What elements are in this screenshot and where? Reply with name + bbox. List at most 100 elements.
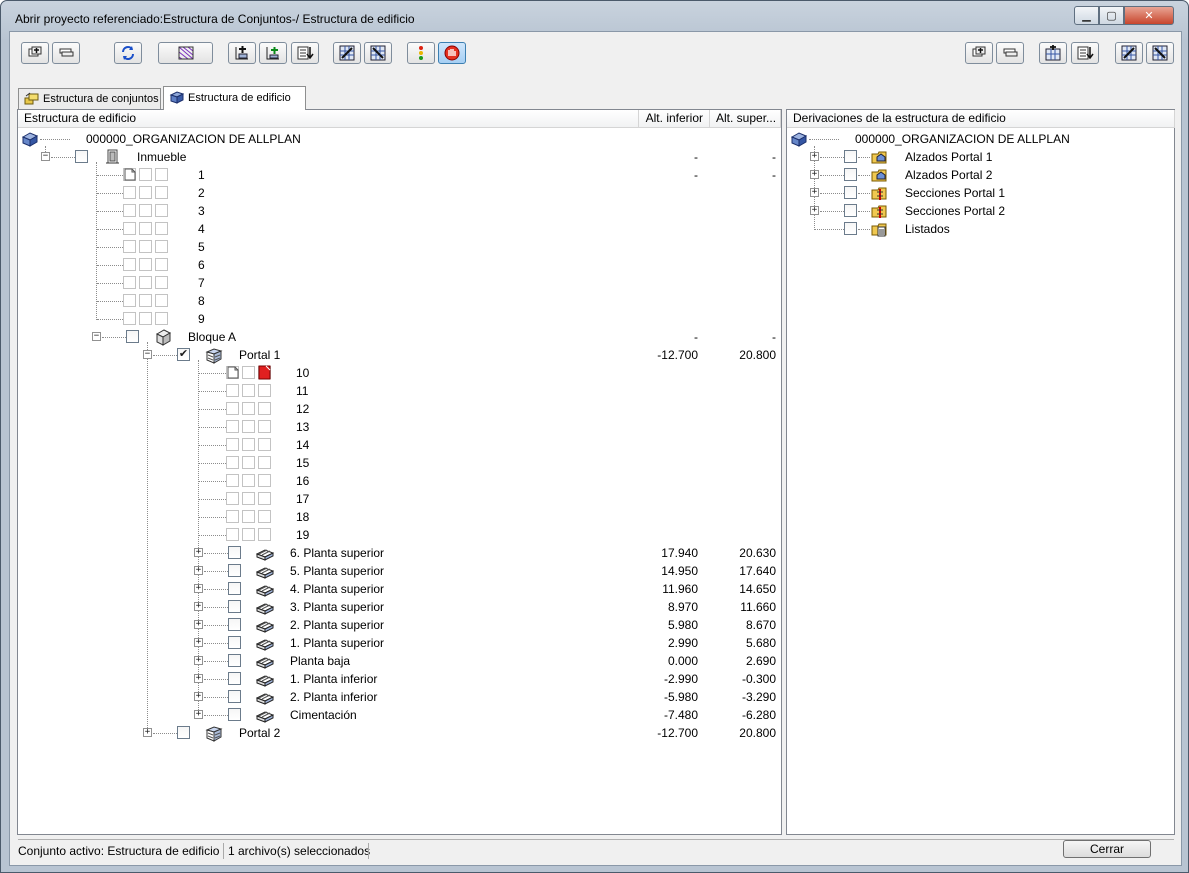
collapse-bloque[interactable]: − [92, 332, 101, 341]
floor-checkbox[interactable] [228, 690, 241, 703]
portal-2-label[interactable]: Portal 2 [239, 724, 280, 742]
file-state-box[interactable] [226, 528, 239, 541]
file-state-box[interactable] [226, 474, 239, 487]
file-state-box[interactable] [258, 456, 271, 469]
floor-label[interactable]: 2. Planta inferior [290, 688, 377, 706]
insert-structure-button[interactable] [228, 42, 256, 64]
derivation-label[interactable]: Secciones Portal 2 [905, 202, 1005, 220]
file-state-box[interactable] [242, 528, 255, 541]
derivation-checkbox[interactable] [844, 150, 857, 163]
file-state-box[interactable] [226, 438, 239, 451]
remove-set-button[interactable] [52, 42, 80, 64]
import-structure-button[interactable] [291, 42, 319, 64]
file-number[interactable]: 11 [296, 382, 308, 400]
file-state-box[interactable] [139, 186, 152, 199]
remove-derivation-button[interactable] [996, 42, 1024, 64]
file-number[interactable]: 12 [296, 400, 309, 418]
expand-floor[interactable]: + [194, 566, 203, 575]
file-state-box[interactable] [123, 294, 136, 307]
inmueble-label[interactable]: Inmueble [137, 148, 186, 166]
floor-checkbox[interactable] [228, 672, 241, 685]
file-row[interactable] [123, 238, 183, 256]
tree-root[interactable]: 000000_ORGANIZACION DE ALLPLAN [855, 130, 1070, 148]
file-state-box[interactable] [155, 294, 168, 307]
expand-derivation[interactable]: + [810, 206, 819, 215]
hide-button[interactable] [438, 42, 466, 64]
portal-1-label[interactable]: Portal 1 [239, 346, 280, 364]
minimize-button[interactable]: ▁ [1074, 6, 1099, 25]
maximize-button[interactable]: ▢ [1099, 6, 1124, 25]
file-state-box[interactable] [139, 294, 152, 307]
file-number[interactable]: 6 [198, 256, 205, 274]
expand-derivation[interactable]: + [810, 188, 819, 197]
floor-checkbox[interactable] [228, 600, 241, 613]
file-state-box[interactable] [139, 204, 152, 217]
floor-checkbox[interactable] [228, 564, 241, 577]
file-state-box[interactable] [258, 384, 271, 397]
file-state-box[interactable] [139, 276, 152, 289]
file-state-box[interactable] [155, 240, 168, 253]
derivation-label[interactable]: Listados [905, 220, 950, 238]
file-number[interactable]: 7 [198, 274, 205, 292]
file-state-box[interactable] [242, 366, 255, 379]
derivation-checkbox[interactable] [844, 168, 857, 181]
file-number[interactable]: 1 [198, 166, 205, 184]
file-state-box[interactable] [242, 438, 255, 451]
floor-checkbox[interactable] [228, 654, 241, 667]
floor-label[interactable]: Cimentación [290, 706, 357, 724]
collapse-portal-1[interactable]: − [143, 350, 152, 359]
expand-derivation[interactable]: + [810, 170, 819, 179]
file-row[interactable] [226, 508, 286, 526]
add-set-button[interactable] [21, 42, 49, 64]
expand-floor[interactable]: + [194, 692, 203, 701]
file-row[interactable] [123, 166, 183, 184]
column-header-derivations[interactable]: Derivaciones de la estructura de edifici… [787, 110, 1175, 128]
assign-structure-button[interactable] [333, 42, 361, 64]
file-state-box[interactable] [242, 420, 255, 433]
derive-view-button[interactable] [1039, 42, 1067, 64]
file-state-box[interactable] [242, 384, 255, 397]
insert-sub-structure-button[interactable] [259, 42, 287, 64]
file-number[interactable]: 18 [296, 508, 309, 526]
import-derivation-button[interactable] [1071, 42, 1099, 64]
file-row[interactable] [123, 292, 183, 310]
file-number[interactable]: 8 [198, 292, 205, 310]
tab-estructura-edificio[interactable]: Estructura de edificio [163, 86, 306, 110]
file-state-box[interactable] [139, 222, 152, 235]
expand-floor[interactable]: + [194, 602, 203, 611]
derivation-label[interactable]: Secciones Portal 1 [905, 184, 1005, 202]
file-state-box[interactable] [258, 420, 271, 433]
file-state-box[interactable] [155, 168, 168, 181]
file-state-box[interactable] [242, 402, 255, 415]
inmueble-checkbox[interactable] [75, 150, 88, 163]
file-state-box[interactable] [226, 510, 239, 523]
file-state-box[interactable] [123, 222, 136, 235]
file-state-box[interactable] [139, 240, 152, 253]
column-header-alt-inferior[interactable]: Alt. inferior [639, 110, 710, 128]
file-row[interactable] [226, 454, 286, 472]
file-number[interactable]: 19 [296, 526, 309, 544]
expand-floor[interactable]: + [194, 710, 203, 719]
tree-root[interactable]: 000000_ORGANIZACION DE ALLPLAN [86, 130, 301, 148]
file-state-box[interactable] [258, 402, 271, 415]
file-state-box[interactable] [123, 204, 136, 217]
file-row[interactable] [123, 310, 183, 328]
file-row[interactable] [226, 382, 286, 400]
file-state-box[interactable] [226, 456, 239, 469]
expand-floor[interactable]: + [194, 584, 203, 593]
refresh-button[interactable] [114, 42, 142, 64]
expand-floor[interactable]: + [194, 656, 203, 665]
file-state-box[interactable] [242, 510, 255, 523]
close-button[interactable]: Cerrar [1063, 840, 1151, 858]
derivation-label[interactable]: Alzados Portal 2 [905, 166, 992, 184]
file-row[interactable] [123, 220, 183, 238]
file-number[interactable]: 17 [296, 490, 309, 508]
add-derivation-button[interactable] [965, 42, 993, 64]
derivation-checkbox[interactable] [844, 222, 857, 235]
file-state-box[interactable] [155, 222, 168, 235]
file-state-box[interactable] [226, 402, 239, 415]
file-number[interactable]: 15 [296, 454, 309, 472]
file-state-box[interactable] [139, 258, 152, 271]
file-state-box[interactable] [155, 312, 168, 325]
derivation-checkbox[interactable] [844, 186, 857, 199]
